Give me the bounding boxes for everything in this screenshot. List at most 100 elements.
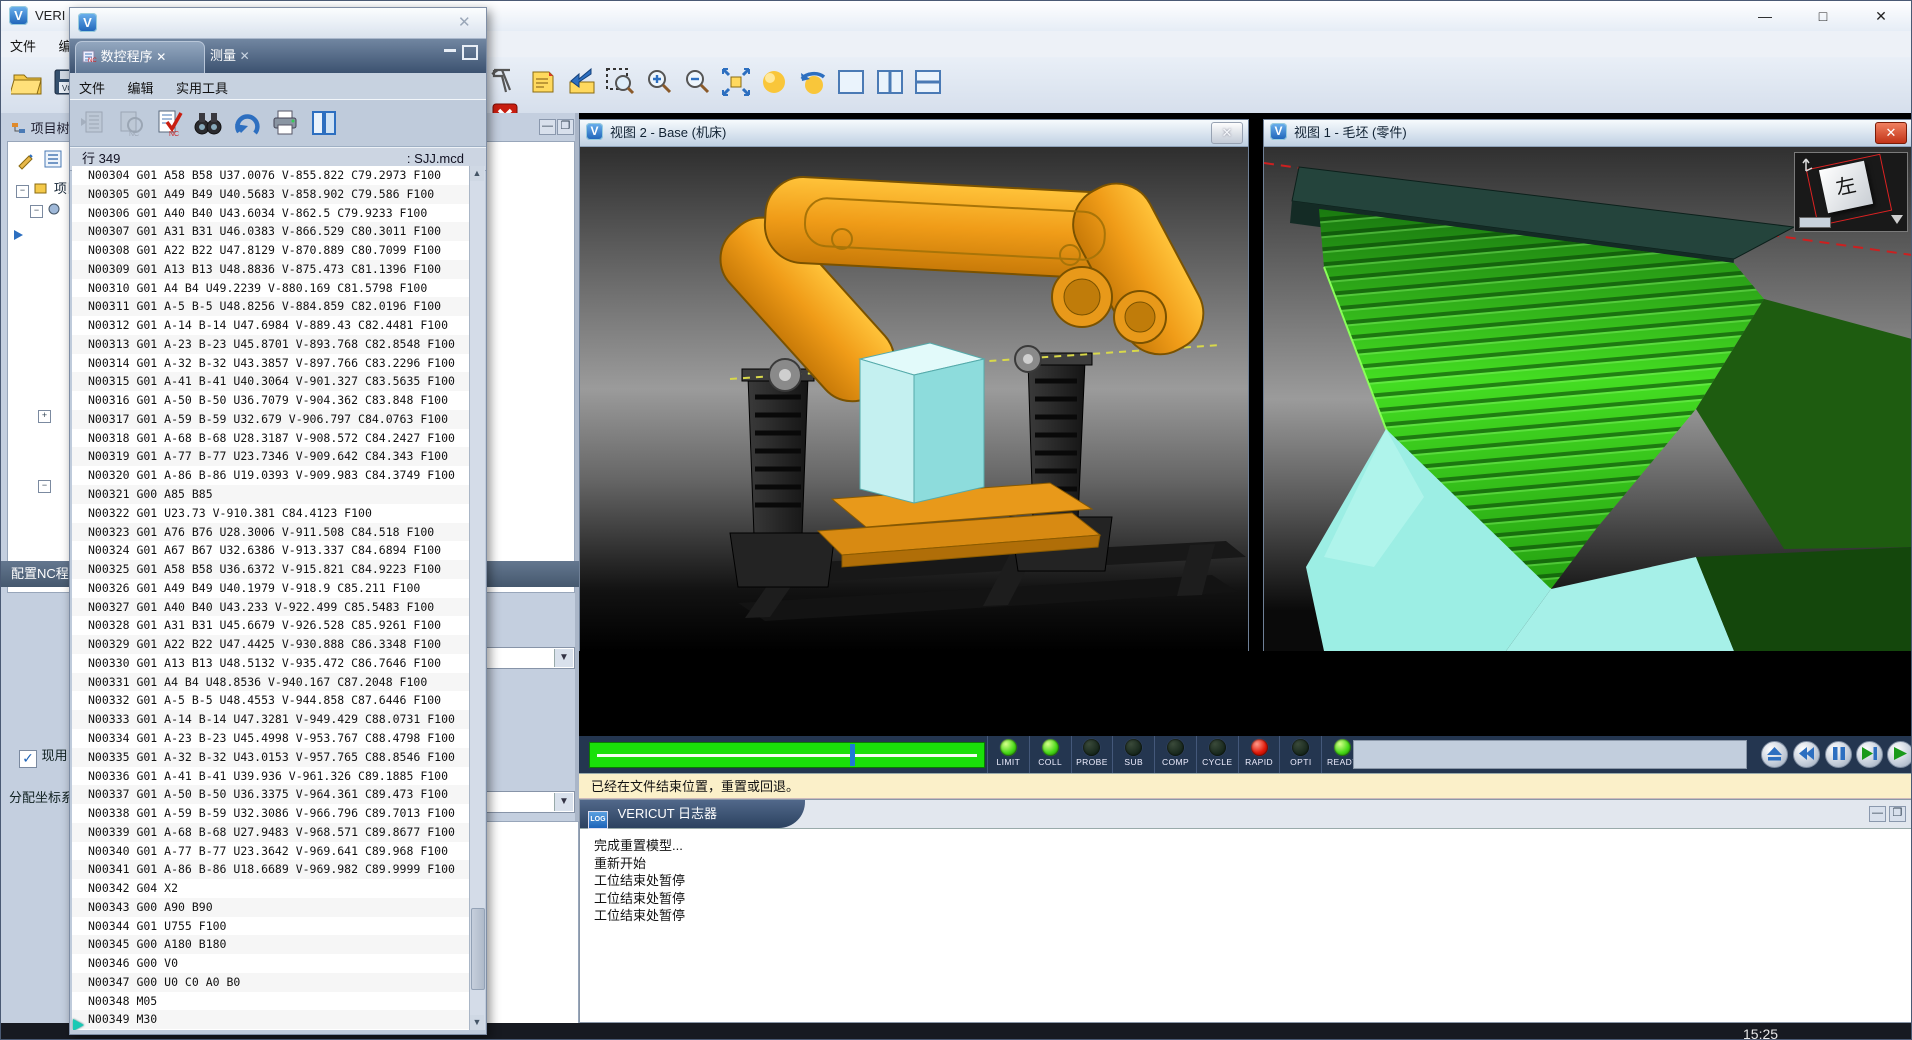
undo-icon[interactable] [232, 108, 262, 138]
status-led[interactable]: RAPID [1238, 736, 1280, 773]
coordinate-list-area[interactable] [483, 821, 579, 1039]
panel-float-icon[interactable]: ❐ [557, 119, 574, 135]
gcode-line[interactable]: N00304 G01 A58 B58 U37.0076 V-855.822 C7… [72, 166, 470, 185]
progress-marker[interactable] [850, 744, 855, 766]
orientation-widget[interactable]: 左 [1794, 152, 1908, 232]
report-icon[interactable] [526, 65, 560, 99]
simulation-progress-bar[interactable] [589, 742, 985, 768]
simulation-message-field[interactable] [1353, 740, 1747, 769]
gcode-line[interactable]: N00311 G01 A-5 B-5 U48.8256 V-884.859 C8… [72, 297, 470, 316]
gcode-line[interactable]: N00328 G01 A31 B31 U45.6679 V-926.528 C8… [72, 616, 470, 635]
stock-view-window[interactable]: V 视图 1 - 毛坯 (零件) ✕ [1263, 119, 1912, 651]
export-model-icon[interactable] [565, 65, 599, 99]
zoom-window-icon[interactable] [603, 65, 637, 99]
measure-caliper-icon[interactable] [488, 65, 522, 99]
maximize-button[interactable]: □ [1801, 3, 1845, 29]
panel-minimize-icon[interactable]: — [539, 119, 556, 135]
split-horizontal-icon[interactable] [911, 65, 945, 99]
tab-close-icon[interactable]: ✕ [156, 50, 166, 64]
gcode-line[interactable]: N00322 G01 U23.73 V-910.381 C84.4123 F10… [72, 504, 470, 523]
zoom-out-icon[interactable] [680, 65, 714, 99]
gcode-scrollbar[interactable]: ▲ ▼ [469, 166, 485, 1030]
active-checkbox[interactable]: ✓ [19, 750, 37, 768]
tab-nc-program[interactable]: NC 数控程序 ✕ [75, 41, 205, 73]
gcode-line[interactable]: N00312 G01 A-14 B-14 U47.6984 V-889.43 C… [72, 316, 470, 335]
gcode-line[interactable]: N00307 G01 A31 B31 U46.0383 V-866.529 C8… [72, 222, 470, 241]
scroll-up-icon[interactable]: ▲ [470, 166, 484, 181]
gcode-line[interactable]: N00334 G01 A-23 B-23 U45.4998 V-953.767 … [72, 729, 470, 748]
log-tab[interactable]: LOG VERICUT 日志器 [580, 800, 805, 828]
chevron-down-icon[interactable]: ▼ [554, 649, 573, 667]
chevron-down-icon[interactable]: ▼ [554, 793, 573, 811]
gcode-line[interactable]: N00338 G01 A-59 B-59 U32.3086 V-966.796 … [72, 804, 470, 823]
gcode-line[interactable]: N00327 G01 A40 B40 U43.233 V-922.499 C85… [72, 598, 470, 617]
single-view-icon[interactable] [834, 65, 868, 99]
status-led[interactable]: SUB [1112, 736, 1154, 773]
gcode-line[interactable]: N00318 G01 A-68 B-68 U28.3187 V-908.572 … [72, 429, 470, 448]
gcode-line[interactable]: N00317 G01 A-59 B-59 U32.679 V-906.797 C… [72, 410, 470, 429]
fit-view-icon[interactable] [719, 65, 753, 99]
log-float-icon[interactable]: ❐ [1889, 806, 1906, 822]
rewind-button[interactable] [1793, 741, 1820, 768]
open-project-icon[interactable] [11, 65, 45, 99]
gcode-line[interactable]: N00305 G01 A49 B49 U40.5683 V-858.902 C7… [72, 185, 470, 204]
pause-button[interactable] [1825, 741, 1852, 768]
gcode-line[interactable]: N00331 G01 A4 B4 U48.8536 V-940.167 C87.… [72, 673, 470, 692]
status-led[interactable]: COLL [1029, 736, 1071, 773]
nc-window-titlebar[interactable]: V ✕ [70, 8, 486, 39]
gcode-listing[interactable]: N00304 G01 A58 B58 U37.0076 V-855.822 C7… [72, 166, 471, 1030]
gcode-line[interactable]: N00309 G01 A13 B13 U48.8836 V-875.473 C8… [72, 260, 470, 279]
gcode-line[interactable]: N00329 G01 A22 B22 U47.4425 V-930.888 C8… [72, 635, 470, 654]
nc-minimize-icon[interactable] [444, 49, 456, 52]
shade-view-icon[interactable] [757, 65, 791, 99]
scrollbar-thumb[interactable] [471, 908, 485, 990]
close-button[interactable]: ✕ [1859, 3, 1903, 29]
gcode-line[interactable]: N00337 G01 A-50 B-50 U36.3375 V-964.361 … [72, 785, 470, 804]
gcode-line[interactable]: N00330 G01 A13 B13 U48.5132 V-935.472 C8… [72, 654, 470, 673]
gcode-line[interactable]: N00313 G01 A-23 B-23 U45.8701 V-893.768 … [72, 335, 470, 354]
machine-view-titlebar[interactable]: V 视图 2 - Base (机床) ✕ [580, 120, 1248, 147]
gcode-line[interactable]: N00319 G01 A-77 B-77 U23.7346 V-909.642 … [72, 447, 470, 466]
gcode-line[interactable]: N00342 G04 X2 [72, 879, 470, 898]
status-led[interactable]: PROBE [1071, 736, 1113, 773]
orientation-dropdown-icon[interactable] [1891, 215, 1903, 224]
gcode-line[interactable]: N00336 G01 A-41 B-41 U39.936 V-961.326 C… [72, 767, 470, 786]
play-button[interactable] [1887, 741, 1912, 768]
machine-view-window[interactable]: V 视图 2 - Base (机床) ✕ [579, 119, 1249, 651]
tree-node-child[interactable]: − [30, 200, 63, 218]
gcode-line[interactable]: N00333 G01 A-14 B-14 U47.3281 V-949.429 … [72, 710, 470, 729]
gcode-line[interactable]: N00321 G00 A85 B85 [72, 485, 470, 504]
project-tree-tab[interactable]: 项目树 [11, 118, 70, 142]
step-button[interactable] [1856, 741, 1883, 768]
print-icon[interactable] [270, 108, 300, 138]
gcode-line[interactable]: N00314 G01 A-32 B-32 U43.3857 V-897.766 … [72, 354, 470, 373]
gcode-line[interactable]: N00306 G01 A40 B40 U43.6034 V-862.5 C79.… [72, 204, 470, 223]
orientation-slider[interactable] [1799, 217, 1831, 228]
split-vertical-icon[interactable] [873, 65, 907, 99]
menu-file[interactable]: 文件 [1, 31, 45, 55]
gcode-line[interactable]: N00346 G00 V0 [72, 954, 470, 973]
gcode-line[interactable]: N00349 M30 [72, 1010, 470, 1029]
gcode-line[interactable]: N00324 G01 A67 B67 U32.6386 V-913.337 C8… [72, 541, 470, 560]
gcode-line[interactable]: N00315 G01 A-41 B-41 U40.3064 V-901.327 … [72, 372, 470, 391]
gcode-line[interactable]: N00345 G00 A180 B180 [72, 935, 470, 954]
status-led[interactable]: CYCLE [1196, 736, 1238, 773]
gcode-line[interactable]: N00308 G01 A22 B22 U47.8129 V-870.889 C8… [72, 241, 470, 260]
tree-tool-list-icon[interactable] [42, 148, 64, 175]
zoom-in-icon[interactable] [642, 65, 676, 99]
gcode-line[interactable]: N00335 G01 A-32 B-32 U43.0153 V-957.765 … [72, 748, 470, 767]
status-led[interactable]: OPTI [1279, 736, 1321, 773]
gcode-line[interactable]: N00344 G01 U755 F100 [72, 917, 470, 936]
tree-collapse-icon[interactable]: − [16, 185, 29, 198]
gcode-line[interactable]: N00316 G01 A-50 B-50 U36.7079 V-904.362 … [72, 391, 470, 410]
tree-tool-wand-icon[interactable] [16, 148, 38, 175]
log-content[interactable]: 完成重置模型...重新开始工位结束处暂停工位结束处暂停工位结束处暂停 [580, 829, 1912, 925]
nc-menu-utilities[interactable]: 实用工具 [167, 73, 237, 97]
gcode-line[interactable]: N00310 G01 A4 B4 U49.2239 V-880.169 C81.… [72, 279, 470, 298]
nc-window-close-icon[interactable]: ✕ [458, 13, 471, 31]
coordinate-dropdown[interactable]: ▼ [485, 791, 575, 813]
status-led[interactable]: LIMIT [987, 736, 1029, 773]
gcode-line[interactable]: N00326 G01 A49 B49 U40.1979 V-918.9 C85.… [72, 579, 470, 598]
search-binoculars-icon[interactable] [193, 108, 223, 138]
status-led[interactable]: COMP [1154, 736, 1196, 773]
